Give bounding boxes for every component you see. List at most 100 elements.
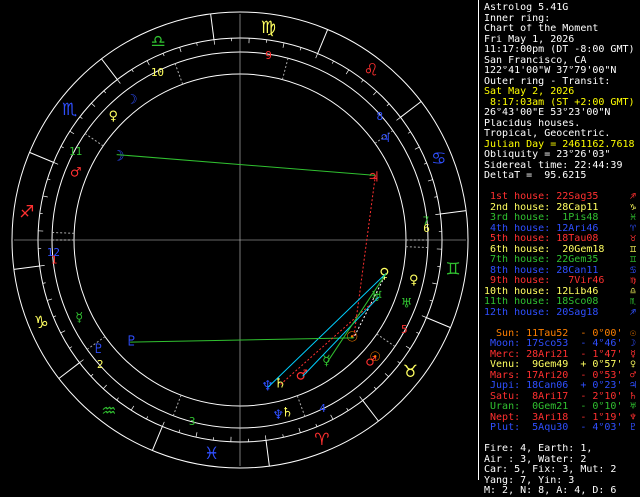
degree-tick <box>300 47 301 50</box>
degree-tick <box>283 434 284 437</box>
sign-glyph-icon: ♑ <box>630 203 636 214</box>
house-cusp-row: 5th house: 18Tau08♉ <box>484 234 638 245</box>
sign-glyph-icon: ♊ <box>445 259 460 279</box>
aspect-line <box>268 273 386 387</box>
degree-tick <box>146 416 147 419</box>
degree-tick <box>373 91 376 95</box>
transit-planet-icon: ♄ <box>281 406 293 421</box>
sign-boundary <box>363 400 379 421</box>
planet-row: Merc: 28Ari21 - 1°47'☿ <box>484 350 638 361</box>
degree-tick <box>80 360 84 363</box>
degree-tick <box>385 373 389 376</box>
sign-glyph-icon: ♎ <box>150 32 165 52</box>
house-number: 9 <box>265 49 272 62</box>
house-number: 4 <box>319 402 326 415</box>
degree-tick <box>91 103 95 106</box>
planet-row: Moon: 17Sco53 - 4°46'☽ <box>484 339 638 350</box>
aspect-line <box>130 338 354 342</box>
info-line: Tropical, Geocentric. <box>484 129 638 140</box>
sign-glyph-icon: ♊ <box>630 255 636 266</box>
house-cusp <box>297 396 305 417</box>
element-summary-row: Car: 5, Fix: 3, Mut: 2 <box>484 465 638 476</box>
house-cusp <box>85 134 103 146</box>
sign-glyph-icon: ♋ <box>630 266 636 277</box>
transit-planet-icon: ♃ <box>379 131 391 146</box>
degree-tick <box>396 117 400 120</box>
house-number: 7 <box>423 214 430 227</box>
house-cusp <box>282 58 288 79</box>
planet-row: Nept: 3Ari18 - 1°19'♆ <box>484 413 638 424</box>
house-cusp <box>377 334 395 346</box>
degree-tick <box>117 80 120 84</box>
degree-tick <box>70 131 74 134</box>
planet-row: Venu: 9Gem49 + 0°57'♀ <box>484 360 638 371</box>
sign-glyph-icon: ♓ <box>204 444 219 464</box>
degree-tick <box>347 408 349 411</box>
info-line: Julian Day = 2461162.7618 <box>484 140 638 151</box>
sign-glyph-icon: ♈ <box>630 224 636 235</box>
degree-tick <box>47 299 52 300</box>
sign-glyph-icon: ♄ <box>630 392 636 403</box>
house-cusp <box>173 395 181 416</box>
degree-tick <box>398 361 400 363</box>
degree-tick <box>415 147 419 149</box>
element-summary-row: M: 2, N: 8, A: 4, D: 6 <box>484 486 638 497</box>
info-line: 122°41'00"W 37°79'00"N <box>484 66 638 77</box>
sign-glyph-icon: ♃ <box>630 381 636 392</box>
sign-glyph-icon: ♀ <box>630 360 636 371</box>
degree-tick <box>91 374 93 376</box>
house-cusp-row: 4th house: 12Ari46♈ <box>484 224 638 235</box>
sign-glyph-icon: ♍ <box>261 18 276 38</box>
degree-tick <box>117 398 119 400</box>
degree-tick <box>40 265 45 266</box>
sign-boundary <box>152 426 162 450</box>
element-summary-row: Yang: 7, Yin: 3 <box>484 476 638 487</box>
degree-tick <box>104 91 106 93</box>
degree-tick <box>374 387 376 389</box>
transit-planet-icon: ☿ <box>75 310 83 325</box>
sign-boundary <box>426 318 450 328</box>
degree-tick <box>43 283 46 284</box>
house-cusp-row: 8th house: 28Can11♋ <box>484 266 638 277</box>
sign-boundary <box>102 59 118 80</box>
degree-tick <box>435 214 440 215</box>
sign-glyph-icon: ♂ <box>630 371 636 382</box>
house-number: 10 <box>151 66 164 79</box>
planet-icon: ♂ <box>296 367 309 383</box>
degree-tick <box>361 80 363 82</box>
element-summary-row: Air : 3, Water: 2 <box>484 455 638 466</box>
house-cusp <box>52 232 74 233</box>
sign-boundary <box>59 363 80 379</box>
house-cusp <box>175 64 183 85</box>
degree-tick <box>265 435 266 440</box>
sign-boundary <box>318 30 328 54</box>
info-line: 11:17:00pm (DT -8:00 GMT) <box>484 45 638 56</box>
sign-glyph-icon: ♏ <box>62 100 77 120</box>
planet-icon: ♀ <box>379 266 389 282</box>
sign-glyph-icon: ♓ <box>630 213 636 224</box>
house-cusp <box>406 247 428 248</box>
degree-tick <box>430 300 433 301</box>
transit-planet-icon: ♀ <box>108 109 118 124</box>
degree-tick <box>80 117 82 119</box>
info-line: 8:17:03am (ST +2:00 GMT) <box>484 98 638 109</box>
sign-glyph-icon: ♐ <box>19 203 34 223</box>
sign-glyph-icon: ☉ <box>630 329 636 340</box>
degree-tick <box>360 396 363 400</box>
info-line: Outer ring - Transit: <box>484 77 638 88</box>
degree-tick <box>432 283 437 284</box>
info-line: 26°43'00"E 53°23'00"N <box>484 108 638 119</box>
aspect-line <box>328 273 387 362</box>
house-number: 8 <box>377 110 384 123</box>
sign-glyph-icon: ♐ <box>630 308 636 319</box>
degree-tick <box>132 69 134 72</box>
transit-planet-icon: ♇ <box>93 342 105 357</box>
house-cusp-row: 12th house: 20Sag18♐ <box>484 308 638 319</box>
degree-tick <box>131 406 134 410</box>
degree-tick <box>53 316 56 317</box>
degree-tick <box>54 162 59 164</box>
info-line: Astrolog 5.41G <box>484 3 638 14</box>
info-panel: Astrolog 5.41GInner ring:Chart of the Mo… <box>484 3 638 497</box>
house-number: 12 <box>47 246 60 259</box>
degree-tick <box>416 332 419 333</box>
